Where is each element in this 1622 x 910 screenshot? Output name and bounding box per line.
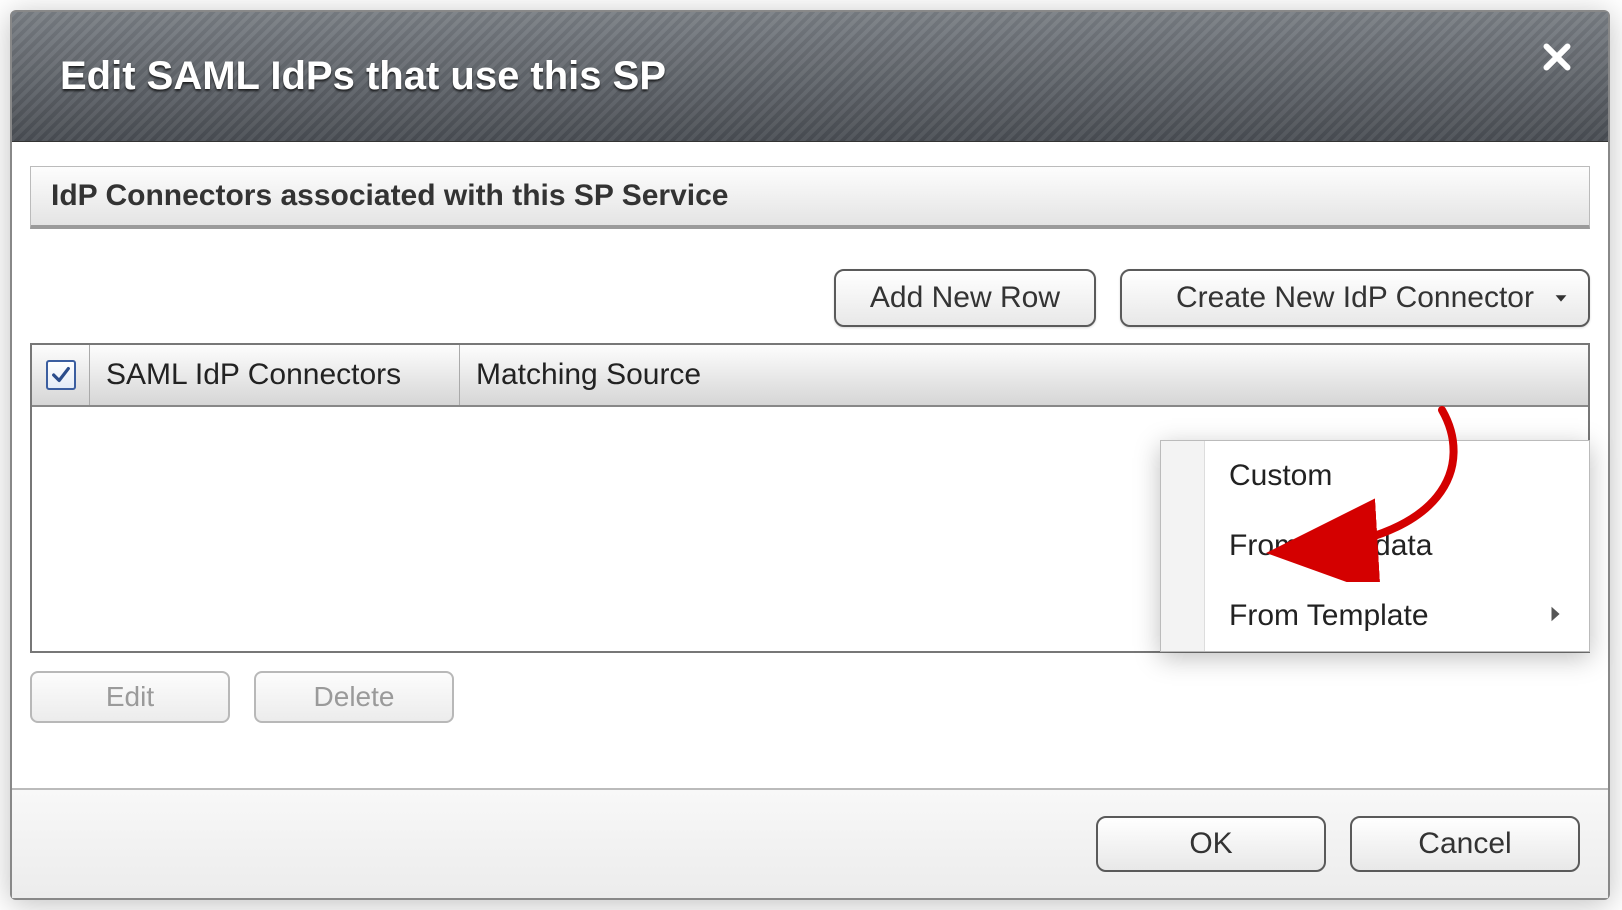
create-new-idp-connector-button[interactable]: Create New IdP Connector [1120, 269, 1590, 327]
select-all-header [32, 345, 90, 405]
toolbar: Add New Row Create New IdP Connector [30, 229, 1590, 343]
ok-button-label: OK [1189, 827, 1232, 861]
cancel-button-label: Cancel [1418, 827, 1511, 861]
chevron-right-icon [1547, 599, 1565, 633]
delete-button-label: Delete [314, 681, 395, 713]
table-header-row: SAML IdP Connectors Matching Source [32, 345, 1588, 407]
dialog-footer: OK Cancel [12, 788, 1608, 898]
ok-button[interactable]: OK [1096, 816, 1326, 872]
checkmark-icon [50, 364, 72, 386]
dropdown-item-label: From Metadata [1229, 529, 1432, 563]
dropdown-item-label: From Template [1229, 599, 1429, 633]
add-new-row-button[interactable]: Add New Row [834, 269, 1096, 327]
edit-button-label: Edit [106, 681, 154, 713]
delete-button[interactable]: Delete [254, 671, 454, 723]
section-title: IdP Connectors associated with this SP S… [30, 166, 1590, 229]
caret-down-icon [1552, 281, 1570, 315]
column-header-matching-source[interactable]: Matching Source [460, 345, 1588, 405]
create-connector-dropdown: Custom From Metadata From Template [1160, 440, 1590, 652]
dropdown-items: Custom From Metadata From Template [1205, 441, 1589, 651]
add-new-row-label: Add New Row [870, 281, 1060, 315]
dialog: Edit SAML IdPs that use this SP IdP Conn… [10, 10, 1610, 900]
dropdown-item-label: Custom [1229, 459, 1332, 493]
dropdown-item-custom[interactable]: Custom [1205, 441, 1589, 511]
dialog-title: Edit SAML IdPs that use this SP [60, 54, 666, 99]
cancel-button[interactable]: Cancel [1350, 816, 1580, 872]
dialog-header: Edit SAML IdPs that use this SP [12, 12, 1608, 142]
create-new-idp-connector-label: Create New IdP Connector [1176, 281, 1534, 315]
select-all-checkbox[interactable] [46, 360, 76, 390]
dialog-body: IdP Connectors associated with this SP S… [12, 142, 1608, 788]
dropdown-item-from-metadata[interactable]: From Metadata [1205, 511, 1589, 581]
column-header-connectors[interactable]: SAML IdP Connectors [90, 345, 460, 405]
dropdown-gutter [1161, 441, 1205, 651]
close-icon[interactable] [1536, 36, 1578, 78]
edit-button[interactable]: Edit [30, 671, 230, 723]
row-actions: Edit Delete [30, 653, 1590, 723]
dropdown-item-from-template[interactable]: From Template [1205, 581, 1589, 651]
